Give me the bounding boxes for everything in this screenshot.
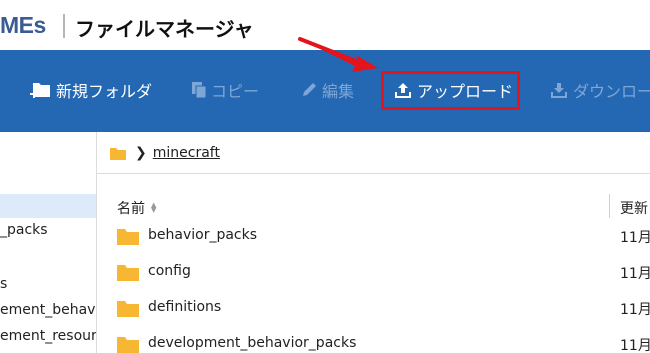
download-label: ダウンロー xyxy=(573,82,650,101)
name-column-label: 名前 xyxy=(117,201,145,217)
download-button[interactable]: ダウンロー xyxy=(549,76,650,104)
download-icon xyxy=(551,83,567,98)
copy-label: コピー xyxy=(211,82,260,101)
copy-button[interactable]: コピー xyxy=(191,76,259,104)
logo: MEs xyxy=(0,12,46,38)
app-header: MEs ファイルマネージャ xyxy=(0,0,650,50)
edit-button[interactable]: 編集 xyxy=(300,76,354,104)
sidebar-item-resource[interactable]: ement_resource xyxy=(0,328,96,344)
pencil-icon xyxy=(303,83,316,96)
file-name: development_behavior_packs xyxy=(148,335,357,351)
file-name: definitions xyxy=(148,299,222,315)
updated-column-header[interactable]: 更新 xyxy=(620,198,648,218)
sidebar-selected-item[interactable] xyxy=(0,194,96,218)
name-column-header[interactable]: 名前 ▲ ▼ xyxy=(117,198,156,218)
breadcrumb: ❯ minecraft xyxy=(97,132,650,174)
breadcrumb-link[interactable]: minecraft xyxy=(153,145,220,161)
new-folder-label: 新規フォルダ xyxy=(56,82,153,101)
folder-icon xyxy=(117,337,139,353)
file-date: 11月 xyxy=(620,266,650,282)
folder-icon xyxy=(117,301,139,317)
file-date: 11月 xyxy=(620,338,650,353)
folder-tree-sidebar: _packs s ement_behavior ement_resource xyxy=(0,132,97,353)
logo-divider xyxy=(63,14,65,38)
upload-highlight-box xyxy=(381,71,520,110)
folder-icon xyxy=(117,265,139,281)
table-row[interactable]: behavior_packs 11月 xyxy=(97,218,650,254)
sort-icon: ▲ ▼ xyxy=(151,201,157,214)
table-row[interactable]: definitions 11月 xyxy=(97,290,650,326)
sidebar-item-behavior[interactable]: ement_behavior xyxy=(0,302,96,318)
table-row[interactable]: config 11月 xyxy=(97,254,650,290)
column-divider[interactable] xyxy=(609,194,610,218)
sidebar-item-packs[interactable]: _packs xyxy=(0,222,48,238)
new-folder-button[interactable]: 新規フォルダ xyxy=(30,76,152,104)
toolbar: 新規フォルダ コピー 編集 アップロード ダウンロー xyxy=(0,50,650,132)
file-date: 11月 xyxy=(620,302,650,318)
copy-icon xyxy=(192,82,207,99)
folder-icon[interactable] xyxy=(109,145,127,161)
edit-label: 編集 xyxy=(322,82,355,101)
sidebar-item-s[interactable]: s xyxy=(0,276,7,292)
chevron-right-icon: ❯ xyxy=(135,144,147,161)
folder-plus-icon xyxy=(30,83,50,98)
file-name: config xyxy=(148,263,191,279)
folder-icon xyxy=(117,229,139,245)
table-row[interactable]: development_behavior_packs 11月 xyxy=(97,326,650,353)
page-title: ファイルマネージャ xyxy=(75,17,254,41)
file-name: behavior_packs xyxy=(148,227,258,243)
file-date: 11月 xyxy=(620,230,650,246)
